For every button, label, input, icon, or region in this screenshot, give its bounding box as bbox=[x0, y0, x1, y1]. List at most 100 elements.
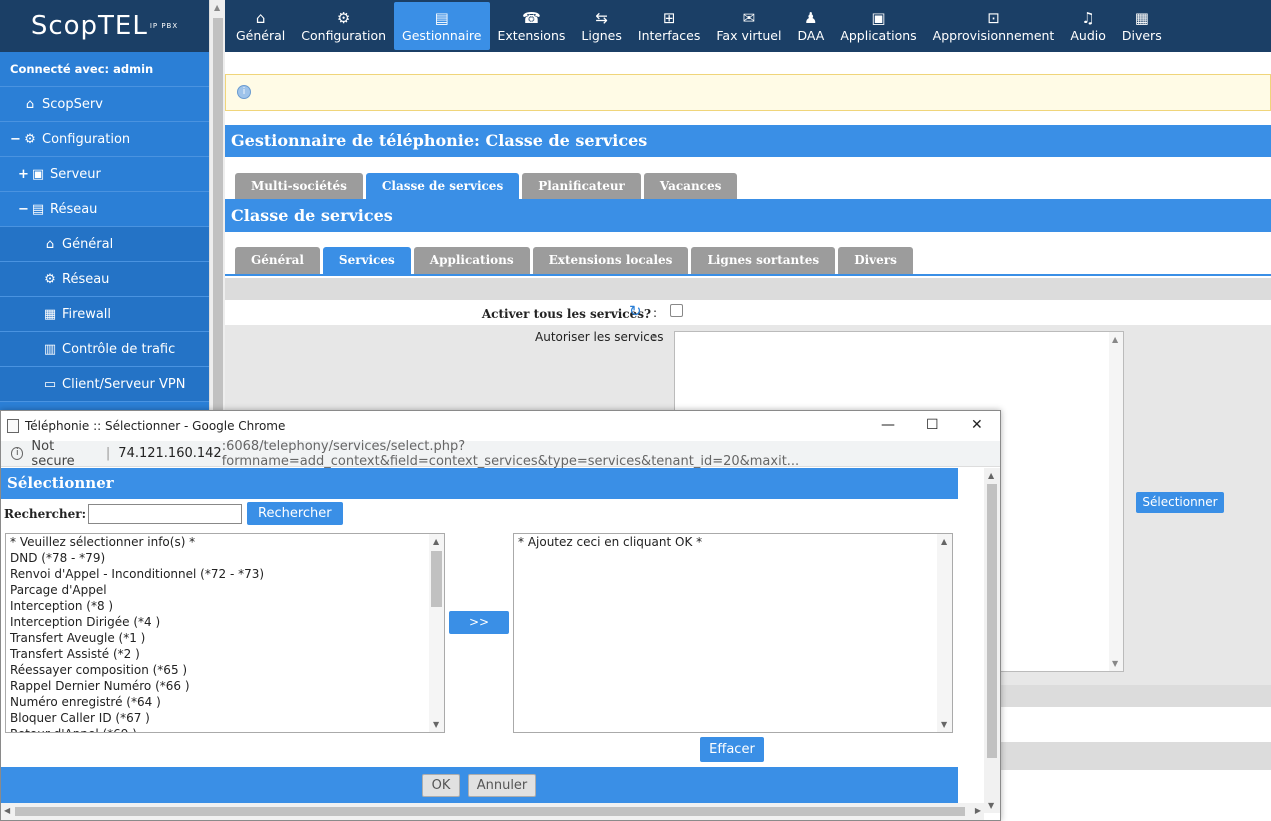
info-icon[interactable]: i bbox=[11, 447, 24, 460]
nav-gestionnaire[interactable]: ▤ Gestionnaire bbox=[394, 2, 490, 50]
info-icon: i bbox=[237, 85, 251, 99]
sidebar-toggle[interactable]: − bbox=[18, 202, 30, 217]
nav-g-n-ral[interactable]: ⌂ Général bbox=[228, 2, 293, 50]
nav-audio[interactable]: ♫ Audio bbox=[1062, 2, 1114, 50]
list-item[interactable]: Transfert Assisté (*2 ) bbox=[6, 646, 444, 662]
sidebar-item-r-seau[interactable]: − ▤ Réseau bbox=[0, 192, 209, 227]
tab-divers[interactable]: Divers bbox=[838, 247, 913, 274]
sub-tabs: Général Services Applications Extensions lo… bbox=[235, 247, 913, 274]
tab-planificateur[interactable]: Planificateur bbox=[522, 173, 641, 200]
activate-all-checkbox[interactable] bbox=[670, 304, 683, 317]
nav-interfaces[interactable]: ⊞ Interfaces bbox=[630, 2, 708, 50]
sidebar-item-contr-le-de-trafic[interactable]: ▥ Contrôle de trafic bbox=[0, 332, 209, 367]
scoptel-logo[interactable]: ScopTEL IP PBX bbox=[0, 0, 209, 52]
scroll-thumb[interactable] bbox=[213, 18, 223, 413]
scroll-right-icon[interactable]: ▶ bbox=[975, 806, 981, 815]
tab-multi-soci-t-s[interactable]: Multi-sociétés bbox=[235, 173, 363, 200]
refresh-icon[interactable]: ↻ bbox=[629, 302, 642, 320]
nav-approvisionnement[interactable]: ⊡ Approvisionnement bbox=[925, 2, 1063, 50]
lines-icon: ⇆ bbox=[595, 9, 608, 27]
sidebar-item-firewall[interactable]: ▦ Firewall bbox=[0, 297, 209, 332]
maximize-icon[interactable]: ☐ bbox=[926, 417, 939, 433]
scroll-down-icon[interactable]: ▼ bbox=[988, 801, 994, 810]
tab-vacances[interactable]: Vacances bbox=[643, 173, 738, 200]
scroll-down-icon[interactable]: ▼ bbox=[433, 720, 439, 729]
popup-gutter bbox=[958, 468, 984, 813]
scroll-up-icon[interactable]: ▲ bbox=[214, 3, 220, 12]
popup-heading: Sélectionner bbox=[1, 468, 958, 499]
select-services-button[interactable]: Sélectionner bbox=[1136, 492, 1224, 513]
list-item[interactable]: Bloquer Caller ID (*67 ) bbox=[6, 710, 444, 726]
tab-lignes-sortantes[interactable]: Lignes sortantes bbox=[691, 247, 836, 274]
search-input[interactable] bbox=[88, 503, 243, 524]
tab-g-n-ral[interactable]: Général bbox=[235, 247, 320, 274]
scroll-up-icon[interactable]: ▲ bbox=[433, 537, 439, 546]
scroll-up-icon[interactable]: ▲ bbox=[941, 537, 947, 546]
minimize-icon[interactable]: — bbox=[881, 417, 895, 433]
sidebar-item-serveur[interactable]: + ▣ Serveur bbox=[0, 157, 209, 192]
tab-applications[interactable]: Applications bbox=[413, 247, 530, 274]
sidebar-item-scopserv[interactable]: ⌂ ScopServ bbox=[0, 87, 209, 122]
list-scrollbar[interactable]: ▲ ▼ bbox=[429, 534, 444, 732]
scroll-thumb[interactable] bbox=[431, 551, 442, 607]
sidebar-item-client-serveur-vpn[interactable]: ▭ Client/Serveur VPN bbox=[0, 367, 209, 402]
add-selected-button[interactable]: >> bbox=[449, 611, 509, 634]
address-bar[interactable]: i Not secure | 74.121.160.142 :6068/tele… bbox=[1, 439, 1000, 469]
nav-divers[interactable]: ▦ Divers bbox=[1114, 2, 1170, 50]
available-services-list[interactable]: * Veuillez sélectionner info(s) * DND (*7… bbox=[5, 533, 445, 733]
sidebar-item-configuration[interactable]: − ⚙ Configuration bbox=[0, 122, 209, 157]
popup-titlebar[interactable]: Téléphonie :: Sélectionner - Google Chro… bbox=[1, 411, 1000, 441]
nav-applications[interactable]: ▣ Applications bbox=[832, 2, 924, 50]
tab-services[interactable]: Services bbox=[322, 247, 411, 274]
scroll-down-icon[interactable]: ▼ bbox=[1112, 659, 1118, 668]
scroll-thumb[interactable] bbox=[15, 807, 965, 816]
list-item[interactable]: DND (*78 - *79) bbox=[6, 550, 444, 566]
list-scrollbar[interactable]: ▲ ▼ bbox=[937, 534, 952, 732]
list-item[interactable]: Numéro enregistré (*64 ) bbox=[6, 694, 444, 710]
activate-all-label: Activer tous les services? bbox=[481, 307, 651, 321]
vpn-icon: ▭ bbox=[43, 376, 57, 392]
scroll-down-icon[interactable]: ▼ bbox=[941, 720, 947, 729]
cancel-button[interactable]: Annuler bbox=[468, 774, 536, 797]
tab-extensions-locales[interactable]: Extensions locales bbox=[532, 247, 689, 274]
list-item[interactable]: Réessayer composition (*65 ) bbox=[6, 662, 444, 678]
list-item[interactable]: Rappel Dernier Numéro (*66 ) bbox=[6, 678, 444, 694]
services-scrollbar[interactable]: ▲ ▼ bbox=[1109, 332, 1123, 671]
sidebar-toggle[interactable]: + bbox=[18, 167, 30, 182]
tab-classe-de-services[interactable]: Classe de services bbox=[365, 173, 520, 200]
form-header-bar bbox=[225, 278, 1271, 300]
selected-services-list[interactable]: * Ajoutez ceci en cliquant OK * ▲ ▼ bbox=[513, 533, 953, 733]
nav-daa[interactable]: ♟ DAA bbox=[789, 2, 832, 50]
nav-label: Approvisionnement bbox=[932, 28, 1055, 43]
ok-button[interactable]: OK bbox=[422, 774, 460, 797]
select-popup-window: Téléphonie :: Sélectionner - Google Chro… bbox=[0, 410, 1001, 821]
list-item[interactable]: Interception (*8 ) bbox=[6, 598, 444, 614]
nav-lignes[interactable]: ⇆ Lignes bbox=[573, 2, 630, 50]
list-item[interactable]: * Ajoutez ceci en cliquant OK * bbox=[514, 534, 952, 550]
clear-button[interactable]: Effacer bbox=[700, 737, 764, 762]
list-item[interactable]: Parcage d'Appel bbox=[6, 582, 444, 598]
nav-configuration[interactable]: ⚙ Configuration bbox=[293, 2, 394, 50]
nav-label: DAA bbox=[797, 28, 825, 43]
nav-label: Général bbox=[236, 28, 286, 43]
list-item[interactable]: Renvoi d'Appel - Inconditionnel (*72 - *… bbox=[6, 566, 444, 582]
popup-body: Sélectionner Rechercher: Rechercher * Ve… bbox=[1, 468, 958, 813]
popup-vertical-scrollbar[interactable]: ▲ ▼ bbox=[984, 468, 1000, 813]
popup-horizontal-scrollbar[interactable]: ◀ ▶ bbox=[1, 803, 984, 820]
list-item[interactable]: Interception Dirigée (*4 ) bbox=[6, 614, 444, 630]
scroll-left-icon[interactable]: ◀ bbox=[4, 806, 10, 815]
list-item[interactable]: Retour d'Appel (*69 ) bbox=[6, 726, 444, 732]
list-item[interactable]: Transfert Aveugle (*1 ) bbox=[6, 630, 444, 646]
nav-extensions[interactable]: ☎ Extensions bbox=[490, 2, 574, 50]
close-icon[interactable]: ✕ bbox=[971, 417, 983, 433]
sidebar-item-r-seau[interactable]: ⚙ Réseau bbox=[0, 262, 209, 297]
nav-fax-virtuel[interactable]: ✉ Fax virtuel bbox=[708, 2, 789, 50]
list-item[interactable]: * Veuillez sélectionner info(s) * bbox=[6, 534, 444, 550]
scroll-up-icon[interactable]: ▲ bbox=[1112, 335, 1118, 344]
nav-label: Interfaces bbox=[637, 28, 701, 43]
sidebar-toggle[interactable]: − bbox=[10, 132, 22, 147]
search-button[interactable]: Rechercher bbox=[247, 502, 343, 525]
scroll-up-icon[interactable]: ▲ bbox=[988, 471, 994, 480]
scroll-thumb[interactable] bbox=[987, 484, 997, 758]
sidebar-item-g-n-ral[interactable]: ⌂ Général bbox=[0, 227, 209, 262]
